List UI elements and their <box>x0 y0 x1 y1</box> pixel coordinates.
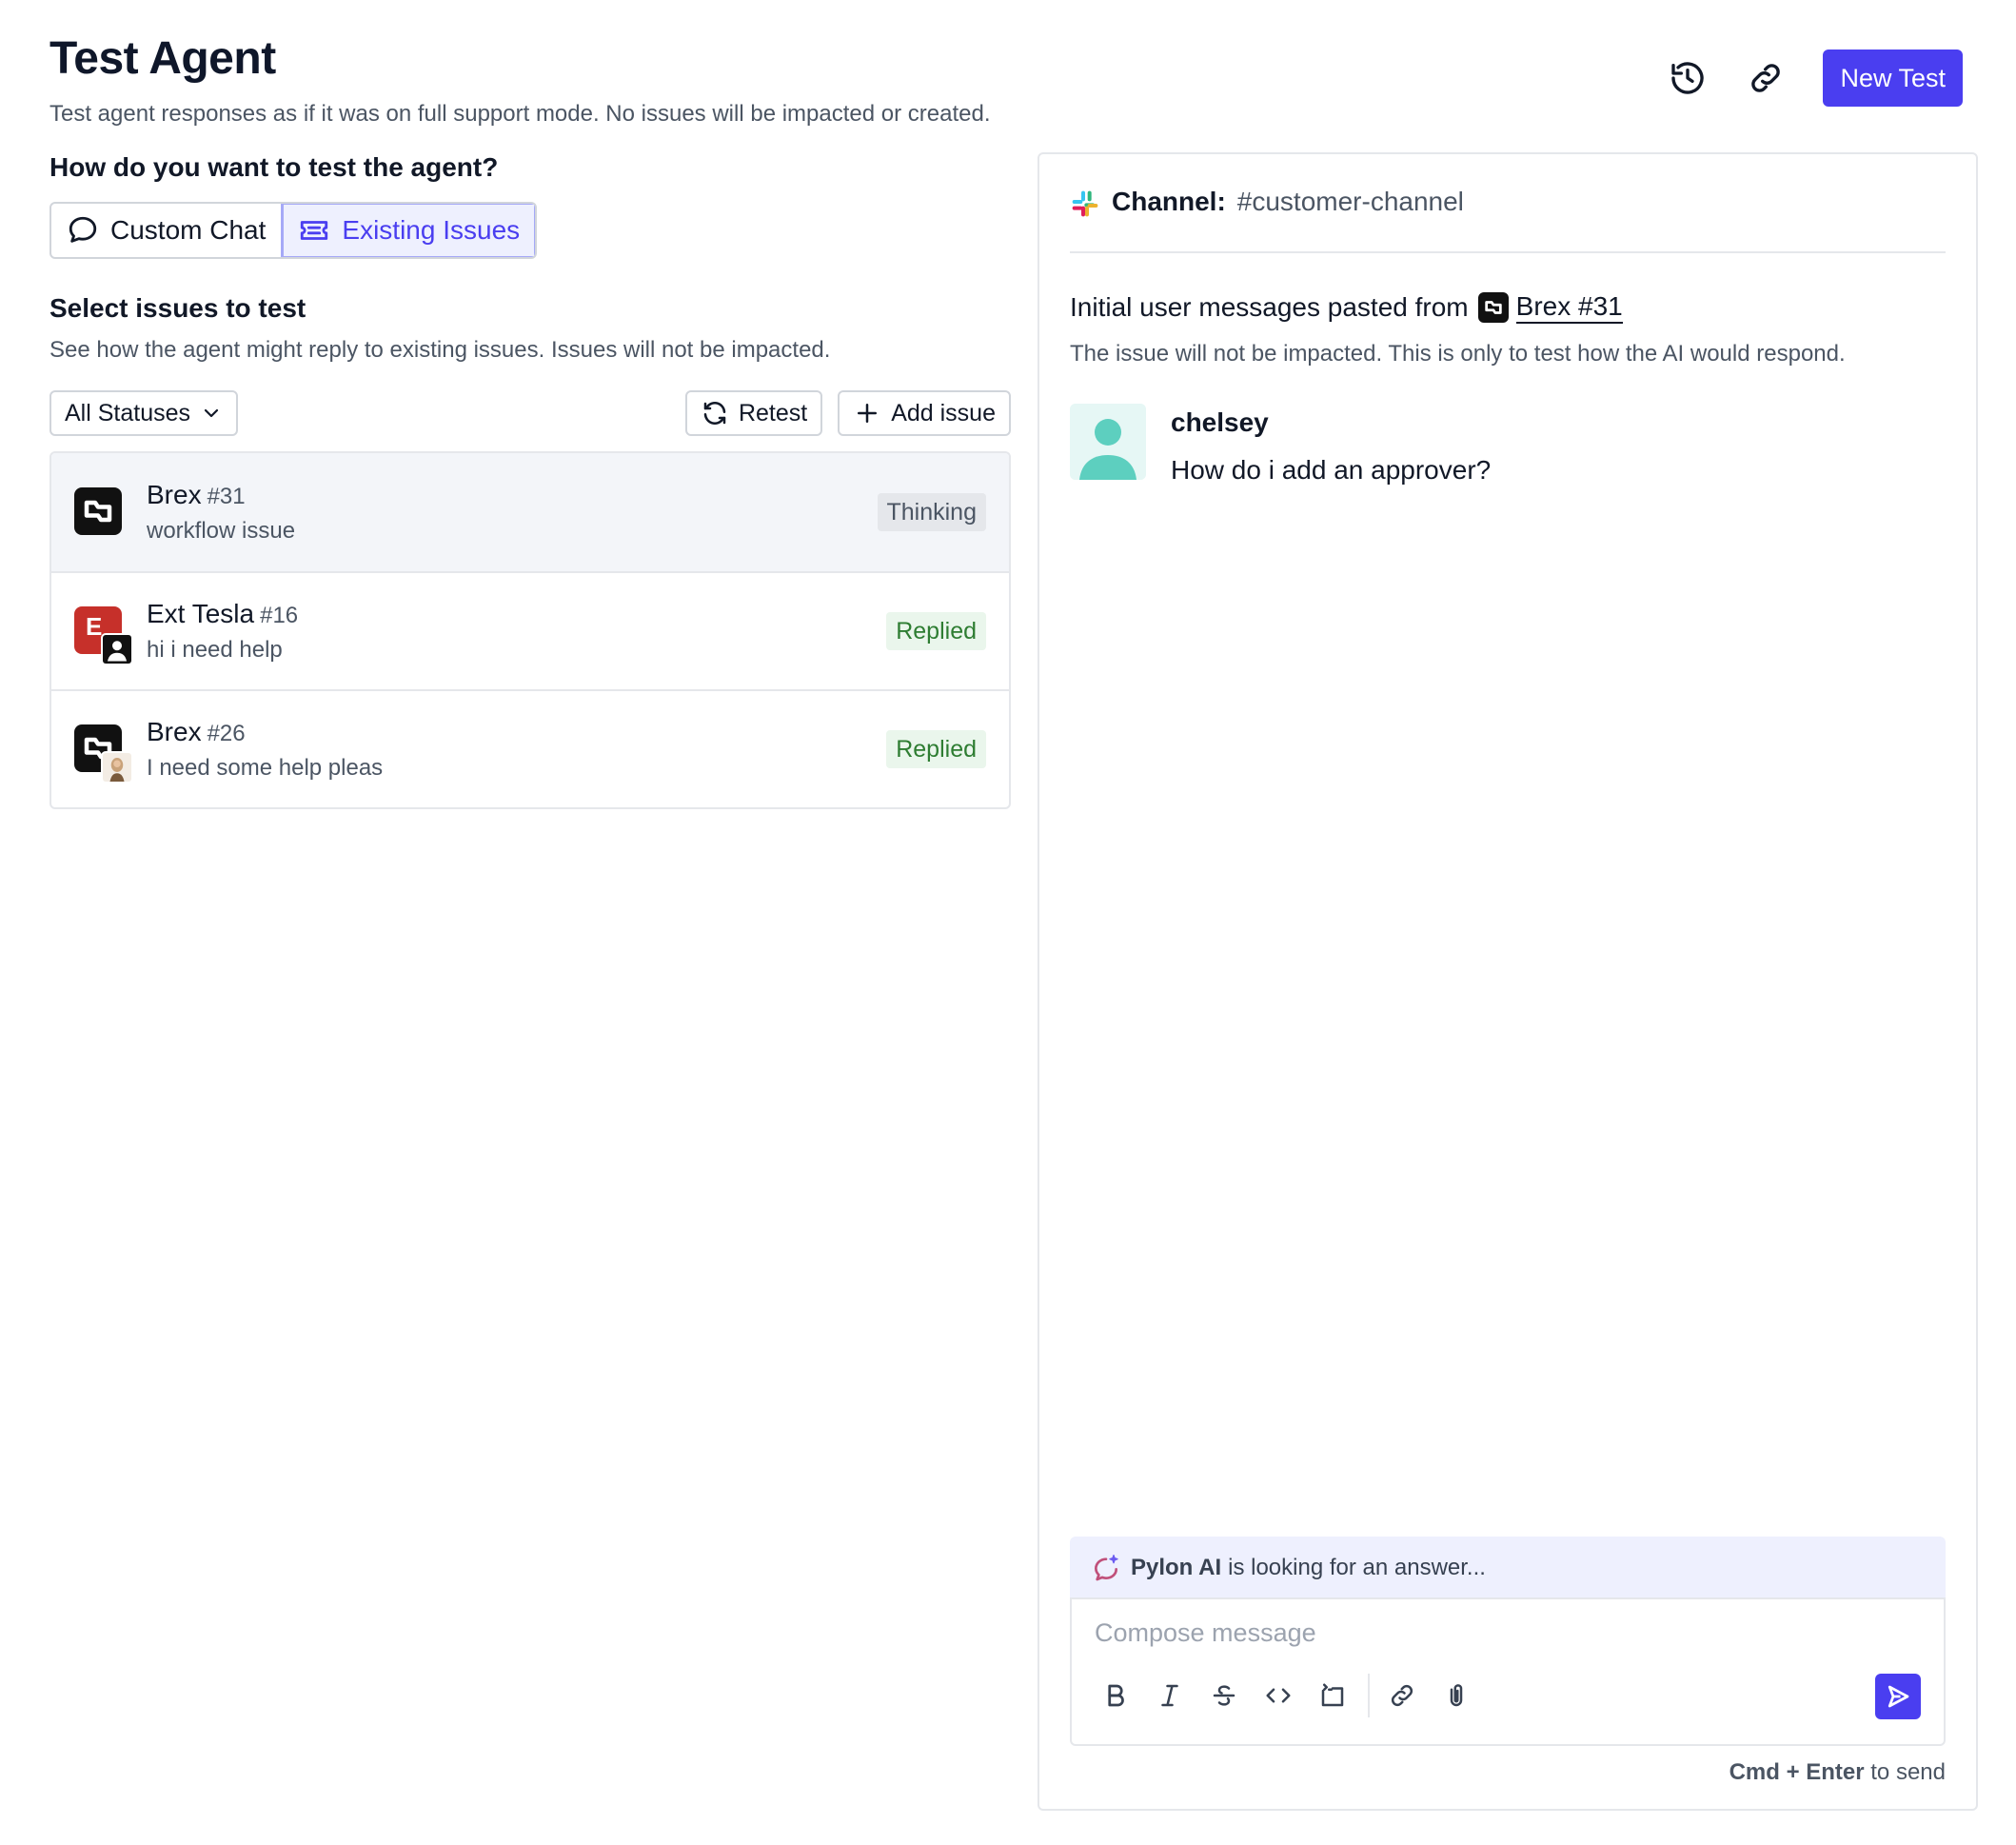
compose-message-input[interactable] <box>1095 1618 1856 1648</box>
new-test-button[interactable]: New Test <box>1823 50 1963 107</box>
code-icon <box>1266 1688 1291 1703</box>
hint-suffix: to send <box>1870 1759 1946 1785</box>
strikethrough-icon <box>1213 1685 1235 1706</box>
issues-section-description: See how the agent might reply to existin… <box>49 337 831 363</box>
hint-keys: Cmd + Enter <box>1729 1759 1865 1785</box>
slack-icon <box>1072 190 1098 217</box>
refresh-icon <box>703 402 726 425</box>
page-subtitle: Test agent responses as if it was on ful… <box>49 101 991 127</box>
bold-button[interactable] <box>1097 1676 1135 1715</box>
formatting-toolbar <box>1097 1674 1492 1717</box>
copy-link-button[interactable] <box>1745 57 1787 99</box>
issue-avatar: E <box>74 606 133 665</box>
link-icon <box>1751 64 1781 92</box>
code-block-button[interactable] <box>1314 1676 1352 1715</box>
issue-row[interactable]: E Ext Tesla #16 hi i need help Replied <box>51 571 1009 689</box>
chat-message: chelsey How do i add an approver? <box>1070 404 1491 486</box>
italic-icon <box>1161 1684 1178 1707</box>
issue-summary: workflow issue <box>147 518 296 544</box>
header-actions: New Test <box>1667 50 1963 107</box>
strikethrough-button[interactable] <box>1205 1676 1243 1715</box>
ai-status-name: Pylon AI <box>1131 1555 1222 1580</box>
status-filter-dropdown[interactable]: All Statuses <box>49 390 239 436</box>
inline-code-button[interactable] <box>1259 1676 1297 1715</box>
retest-label: Retest <box>738 399 808 427</box>
retest-button[interactable]: Retest <box>684 390 823 436</box>
send-shortcut-hint: Cmd + Enter to send <box>1729 1759 1946 1786</box>
link-icon <box>1391 1684 1413 1707</box>
message-content: chelsey How do i add an approver? <box>1171 404 1491 486</box>
code-block-icon <box>1321 1683 1344 1707</box>
attach-file-button[interactable] <box>1437 1676 1475 1715</box>
plus-icon <box>858 404 878 423</box>
tab-existing-issues[interactable]: Existing Issues <box>281 204 536 257</box>
tab-custom-chat[interactable]: Custom Chat <box>51 204 281 257</box>
issue-row[interactable]: Brex #31 workflow issue Thinking <box>51 453 1009 571</box>
issues-section-title: Select issues to test <box>49 293 306 323</box>
tab-custom-chat-label: Custom Chat <box>110 215 267 245</box>
status-badge: Replied <box>886 730 986 768</box>
ai-status-bar: Pylon AI is looking for an answer... <box>1070 1537 1946 1599</box>
page-title: Test Agent <box>49 33 276 84</box>
issue-summary: hi i need help <box>147 637 283 663</box>
status-filter-value: All Statuses <box>65 399 191 427</box>
message-body: How do i add an approver? <box>1171 455 1492 485</box>
default-user-icon <box>1070 404 1146 480</box>
message-author: chelsey <box>1171 407 1269 437</box>
issue-number: #26 <box>207 721 246 746</box>
test-agent-page: Test Agent Test agent responses as if it… <box>0 0 2016 1845</box>
add-issue-label: Add issue <box>891 399 996 427</box>
status-badge: Replied <box>886 612 986 650</box>
user-avatar-icon <box>101 633 133 665</box>
channel-name: #customer-channel <box>1236 187 1464 216</box>
issue-row[interactable]: Brex #26 I need some help pleas Replied <box>51 689 1009 807</box>
ai-sparkle-icon <box>1095 1555 1118 1581</box>
status-badge: Thinking <box>877 493 986 531</box>
test-note: The issue will not be impacted. This is … <box>1070 341 1846 367</box>
issue-text: Brex #31 workflow issue <box>147 480 878 545</box>
issue-text: Brex #26 I need some help pleas <box>147 717 886 782</box>
paperclip-icon <box>1450 1684 1463 1707</box>
mode-segmented-control: Custom Chat Existing Issues <box>49 202 538 259</box>
issue-summary: I need some help pleas <box>147 755 384 781</box>
initial-messages-source: Initial user messages pasted from Brex #… <box>1070 291 1623 324</box>
add-issue-button[interactable]: Add issue <box>838 390 1011 436</box>
issue-number: #16 <box>260 603 299 628</box>
issue-text: Ext Tesla #16 hi i need help <box>147 599 886 664</box>
issue-org: Brex <box>147 480 202 509</box>
issue-number: #31 <box>207 484 246 509</box>
issue-avatar <box>74 724 133 784</box>
brex-logo-icon <box>74 487 122 535</box>
mode-question: How do you want to test the agent? <box>49 152 499 182</box>
send-icon <box>1888 1685 1909 1708</box>
channel-label: Channel: <box>1112 187 1226 216</box>
bold-icon <box>1108 1684 1124 1707</box>
channel-header: Channel: #customer-channel <box>1070 187 1946 253</box>
issue-list: Brex #31 workflow issue Thinking E Ext Te… <box>49 451 1011 809</box>
insert-link-button[interactable] <box>1383 1676 1421 1715</box>
send-button[interactable] <box>1875 1674 1921 1719</box>
user-photo-avatar <box>101 751 133 784</box>
chat-bubble-icon <box>69 216 97 243</box>
italic-button[interactable] <box>1151 1676 1189 1715</box>
issue-avatar <box>74 487 124 537</box>
toolbar-divider <box>1368 1674 1370 1717</box>
initial-prefix: Initial user messages pasted from <box>1070 292 1469 322</box>
left-column: How do you want to test the agent? Custo… <box>49 152 1011 809</box>
issues-toolbar: All Statuses Retest Add issue <box>49 390 1011 436</box>
source-issue-link[interactable]: Brex #31 <box>1515 291 1623 324</box>
history-icon <box>1671 62 1705 94</box>
ai-status-text: is looking for an answer... <box>1228 1555 1486 1580</box>
chevron-down-icon <box>204 408 219 418</box>
ticket-icon <box>301 221 328 240</box>
issue-org: Brex <box>147 717 202 746</box>
brex-logo-icon <box>1477 292 1509 323</box>
chat-panel: Channel: #customer-channel Initial user … <box>1038 152 1978 1811</box>
avatar <box>1070 404 1146 480</box>
tab-existing-issues-label: Existing Issues <box>342 215 521 245</box>
message-composer <box>1070 1597 1946 1746</box>
issue-org: Ext Tesla <box>147 599 255 628</box>
history-button[interactable] <box>1667 57 1709 99</box>
